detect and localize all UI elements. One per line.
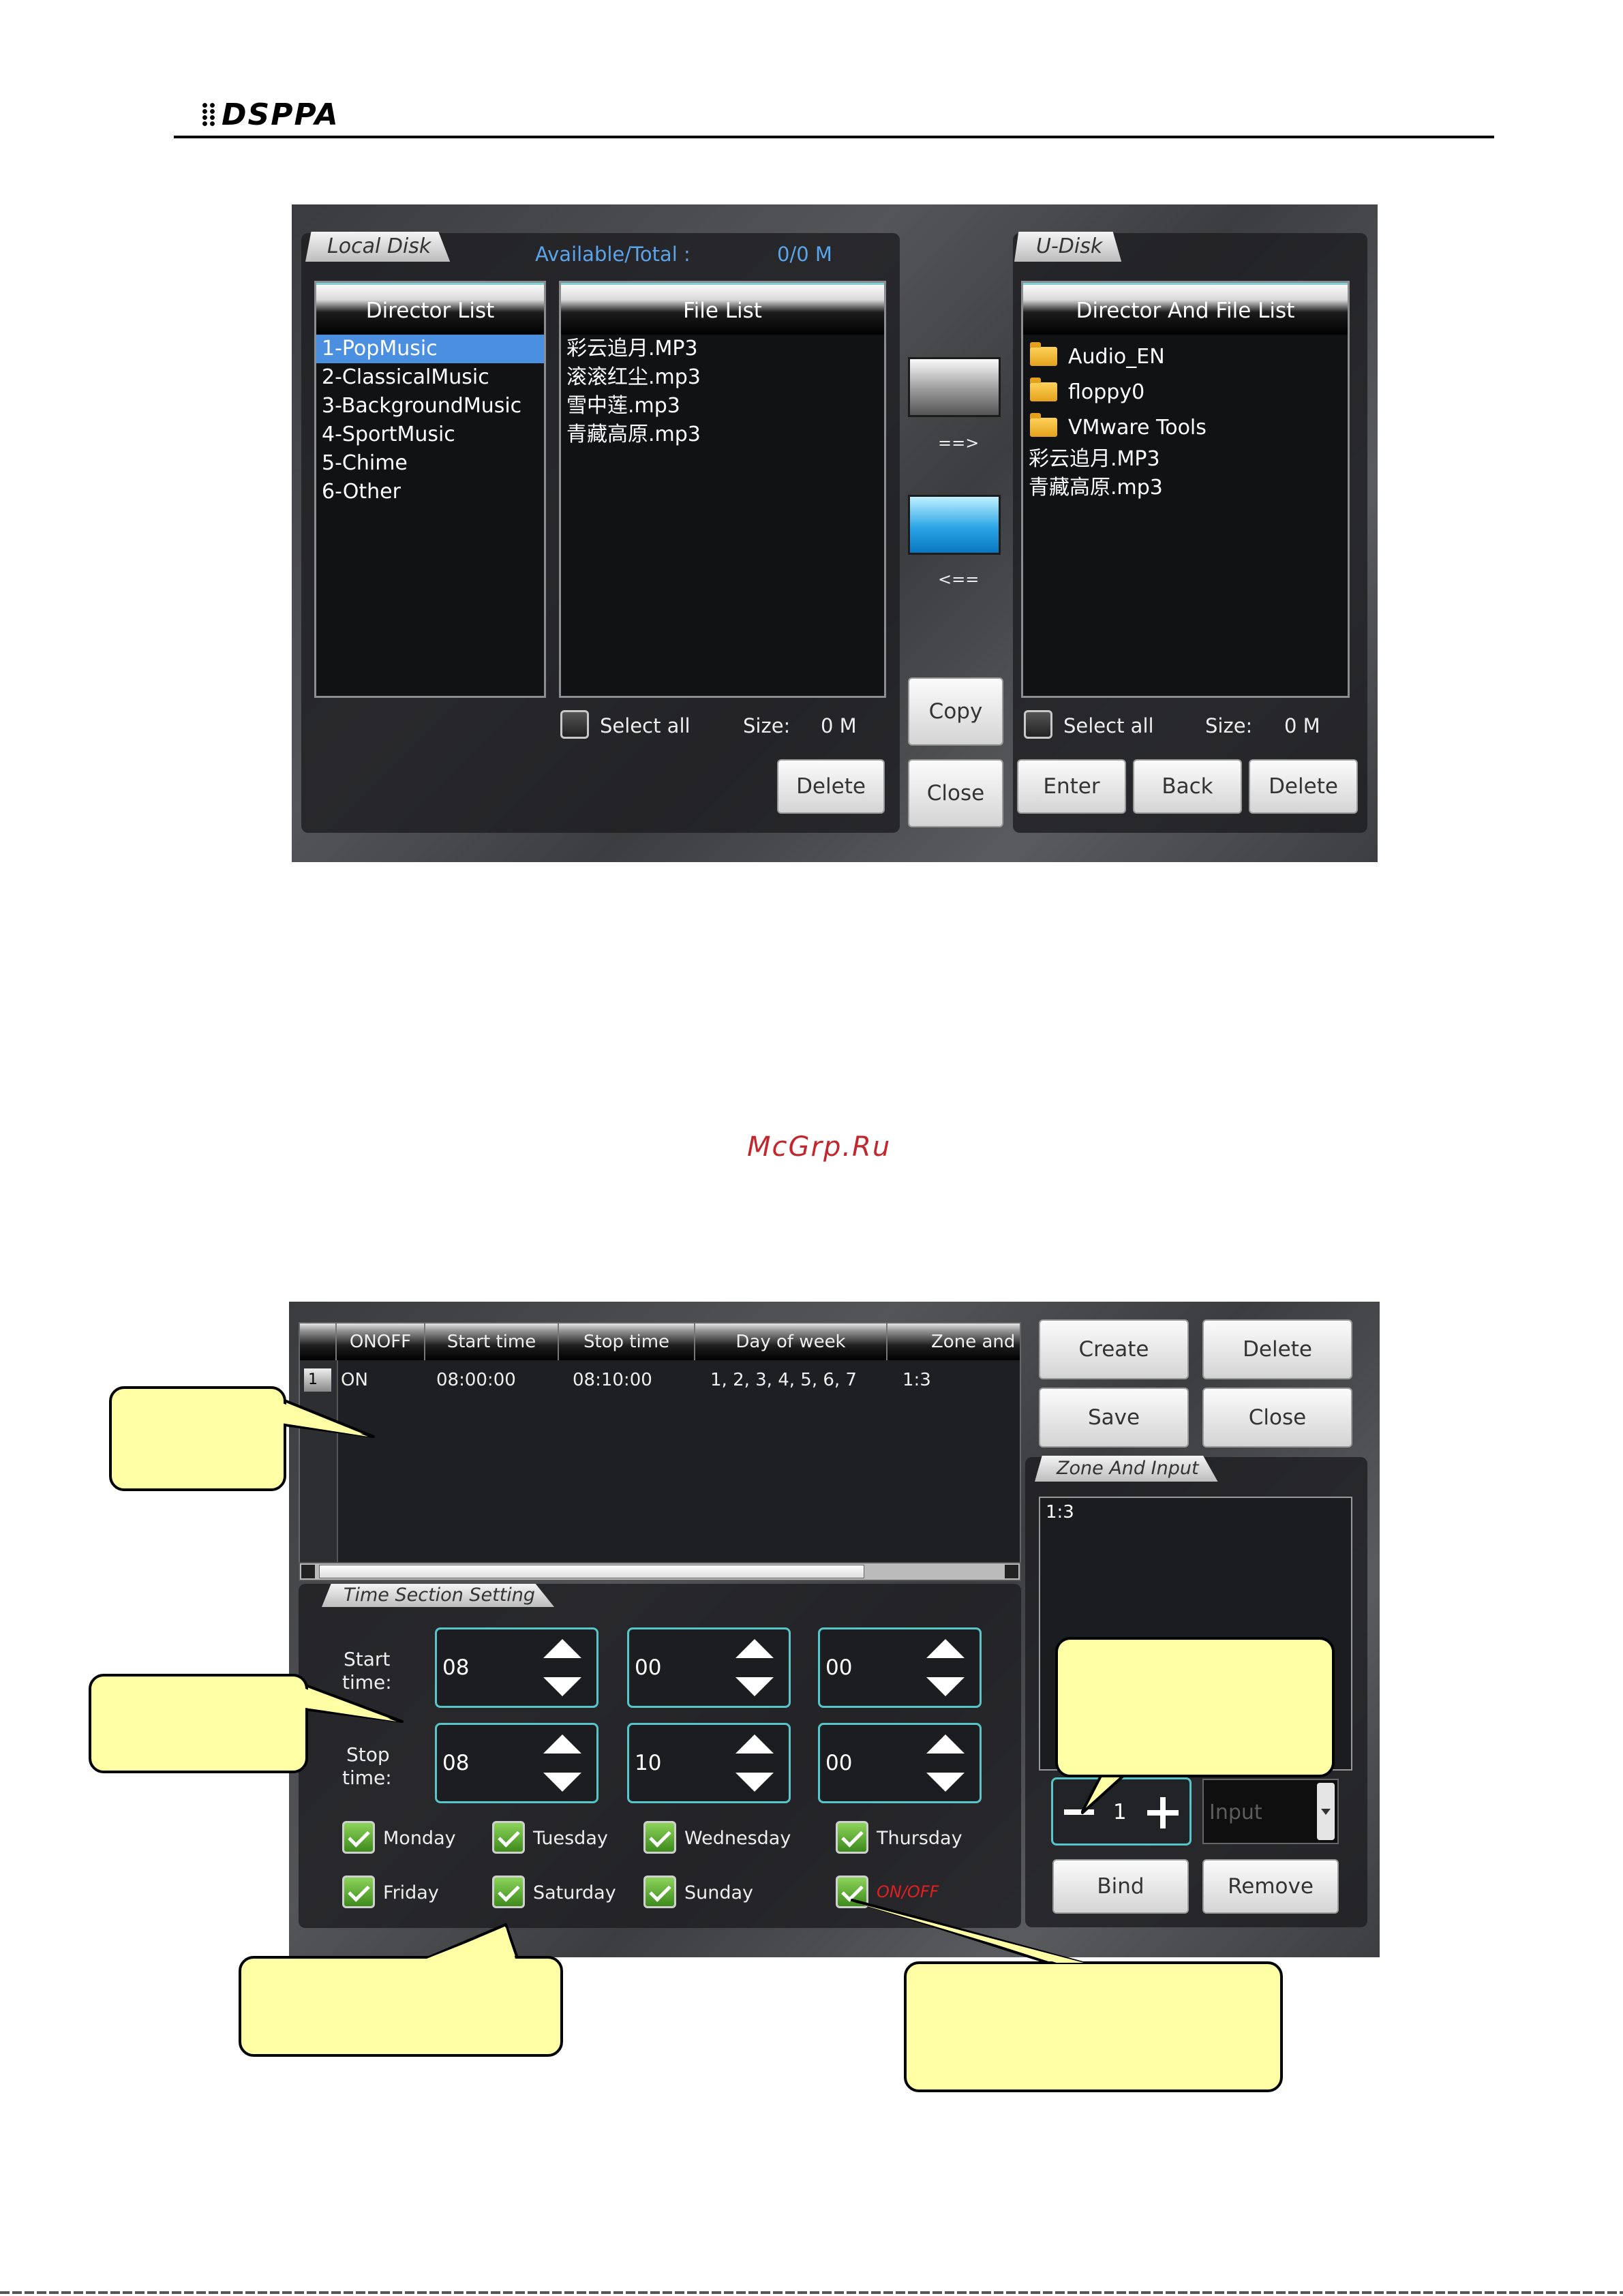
page-bottom-border: [0, 2291, 1623, 2294]
callout-tail-joins: [281, 1403, 1084, 1963]
